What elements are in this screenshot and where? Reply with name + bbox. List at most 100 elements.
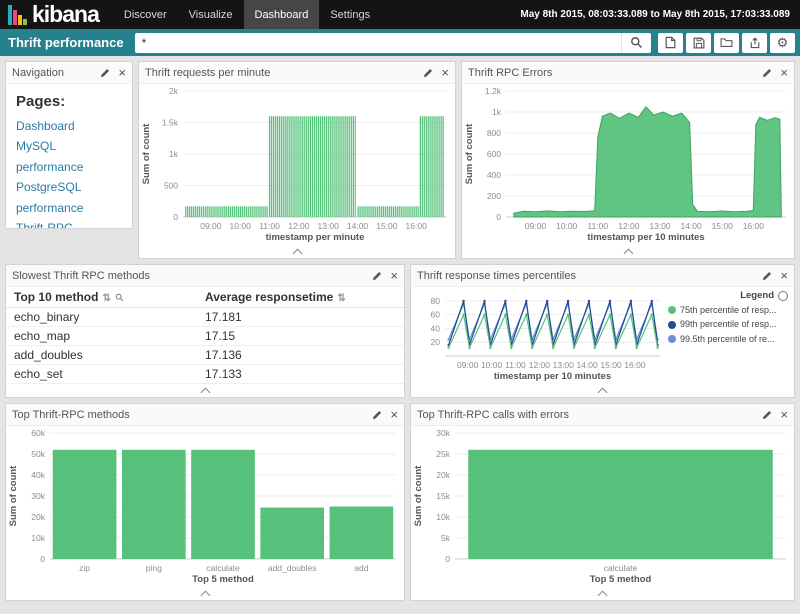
pages-heading: Pages: (16, 93, 122, 110)
edit-icon[interactable] (762, 271, 772, 281)
kibana-logo-bars-icon (8, 5, 27, 25)
collapse-chevron[interactable] (200, 590, 210, 600)
column-header-method[interactable]: Top 10 method⇅ (6, 287, 197, 308)
svg-text:25k: 25k (436, 449, 450, 459)
nav-item-settings[interactable]: Settings (319, 0, 381, 29)
share-dashboard-button[interactable] (742, 33, 767, 53)
nav-item-dashboard[interactable]: Dashboard (244, 0, 320, 29)
svg-text:Sum of count: Sum of count (464, 123, 475, 185)
svg-text:13:00: 13:00 (553, 360, 575, 370)
edit-icon[interactable] (423, 68, 433, 78)
panel-percentiles: Thrift response times percentiles × 2040… (410, 264, 795, 398)
svg-text:10:00: 10:00 (230, 221, 252, 231)
legend-toggle[interactable]: Legend (668, 290, 788, 301)
panel-navigation: Navigation × Pages: DashboardMySQL perfo… (5, 61, 133, 229)
new-dashboard-button[interactable] (658, 33, 683, 53)
svg-text:0: 0 (173, 212, 178, 222)
svg-text:1.5k: 1.5k (162, 118, 179, 128)
svg-text:40: 40 (431, 323, 441, 333)
edit-icon[interactable] (372, 410, 382, 420)
top-methods-bar-chart[interactable]: 010k20k30k40k50k60kTop 5 methodSum of co… (6, 426, 404, 587)
svg-text:Sum of count: Sum of count (413, 465, 424, 527)
legend-label: 99th percentile of resp... (680, 317, 777, 331)
close-icon[interactable]: × (780, 66, 788, 79)
close-icon[interactable]: × (780, 408, 788, 421)
svg-text:0: 0 (496, 212, 501, 222)
column-search-icon[interactable] (115, 293, 124, 302)
legend-item[interactable]: 99th percentile of resp... (668, 317, 788, 331)
collapse-chevron[interactable] (200, 387, 210, 397)
save-dashboard-button[interactable] (686, 33, 711, 53)
dashboard-title: Thrift performance (8, 35, 124, 50)
methods-table: Top 10 method⇅Average responsetime⇅ echo_… (6, 287, 404, 384)
svg-text:zip: zip (79, 563, 90, 573)
search-icon (630, 36, 643, 49)
panel-top-methods: Top Thrift-RPC methods × 010k20k30k40k50… (5, 403, 405, 601)
close-icon[interactable]: × (390, 269, 398, 282)
kibana-app: kibana DiscoverVisualizeDashboardSetting… (0, 0, 800, 614)
edit-icon[interactable] (762, 68, 772, 78)
collapse-chevron[interactable] (292, 248, 302, 258)
methods-table-wrap: Top 10 method⇅Average responsetime⇅ echo_… (6, 287, 404, 384)
export-icon (749, 37, 761, 49)
settings-button[interactable]: ⚙ (770, 33, 795, 53)
legend-label: 99.5th percentile of re... (680, 332, 775, 346)
errors-area-chart[interactable]: 02004006008001k1.2k09:0010:0011:0012:001… (462, 84, 794, 245)
nav-item-discover[interactable]: Discover (113, 0, 178, 29)
close-icon[interactable]: × (441, 66, 449, 79)
percentiles-line-chart[interactable]: 2040608009:0010:0011:0012:0013:0014:0015… (411, 287, 668, 384)
svg-text:Sum of count: Sum of count (8, 465, 19, 527)
time-range-picker[interactable]: May 8th 2015, 08:03:33.089 to May 8th 20… (510, 0, 800, 29)
panel-header: Thrift response times percentiles × (411, 265, 794, 287)
collapse-chevron[interactable] (623, 248, 633, 258)
svg-text:30k: 30k (436, 428, 450, 438)
folder-open-icon (720, 37, 733, 48)
page-link-thrift-rpc-performance[interactable]: Thrift-RPC performance (16, 218, 122, 228)
edit-icon[interactable] (372, 271, 382, 281)
collapse-chevron[interactable] (598, 590, 608, 600)
svg-text:ping: ping (146, 563, 162, 573)
requests-bar-chart[interactable]: 05001k1.5k2k09:0010:0011:0012:0013:0014:… (139, 84, 455, 245)
page-link-postgresql-performance[interactable]: PostgreSQL performance (16, 177, 122, 218)
svg-text:60: 60 (431, 310, 441, 320)
svg-text:Top 5 method: Top 5 method (590, 574, 652, 585)
panel-header: Top Thrift-RPC methods × (6, 404, 404, 426)
edit-icon[interactable] (100, 68, 110, 78)
open-dashboard-button[interactable] (714, 33, 739, 53)
close-icon[interactable]: × (390, 408, 398, 421)
page-link-mysql-performance[interactable]: MySQL performance (16, 136, 122, 177)
nav-item-visualize[interactable]: Visualize (178, 0, 244, 29)
sort-icon[interactable]: ⇅ (102, 293, 110, 304)
svg-text:10k: 10k (31, 533, 45, 543)
svg-text:14:00: 14:00 (347, 221, 369, 231)
legend-item[interactable]: 99.5th percentile of re... (668, 332, 788, 346)
panel-header: Thrift requests per minute × (139, 62, 455, 84)
gear-icon: ⚙ (777, 36, 789, 49)
svg-text:14:00: 14:00 (680, 221, 702, 231)
legend-label: 75th percentile of resp... (680, 303, 777, 317)
column-header-responsetime[interactable]: Average responsetime⇅ (197, 287, 404, 308)
svg-text:09:00: 09:00 (525, 221, 547, 231)
edit-icon[interactable] (762, 410, 772, 420)
svg-text:12:00: 12:00 (288, 221, 310, 231)
sort-icon[interactable]: ⇅ (337, 293, 345, 304)
close-icon[interactable]: × (780, 269, 788, 282)
legend-item[interactable]: 75th percentile of resp... (668, 303, 788, 317)
kibana-logo-text: kibana (32, 3, 99, 26)
search-button[interactable] (621, 33, 651, 53)
svg-text:16:00: 16:00 (743, 221, 765, 231)
close-icon[interactable]: × (118, 66, 126, 79)
table-row: echo_set17.133 (6, 365, 404, 384)
svg-text:1.2k: 1.2k (485, 86, 502, 96)
top-errors-bar-chart[interactable]: 05k10k15k20k25k30kTop 5 methodSum of cou… (411, 426, 794, 587)
collapse-chevron[interactable] (598, 387, 608, 397)
svg-text:add_doubles: add_doubles (268, 563, 317, 573)
toolbar-actions: ⚙ (658, 33, 795, 53)
svg-text:12:00: 12:00 (618, 221, 640, 231)
panel-title: Slowest Thrift RPC methods (12, 270, 150, 282)
kibana-logo[interactable]: kibana (0, 0, 113, 29)
panel-title: Thrift response times percentiles (417, 270, 576, 282)
svg-text:Sum of count: Sum of count (141, 123, 152, 185)
page-link-dashboard[interactable]: Dashboard (16, 116, 122, 136)
search-input[interactable] (135, 33, 621, 53)
